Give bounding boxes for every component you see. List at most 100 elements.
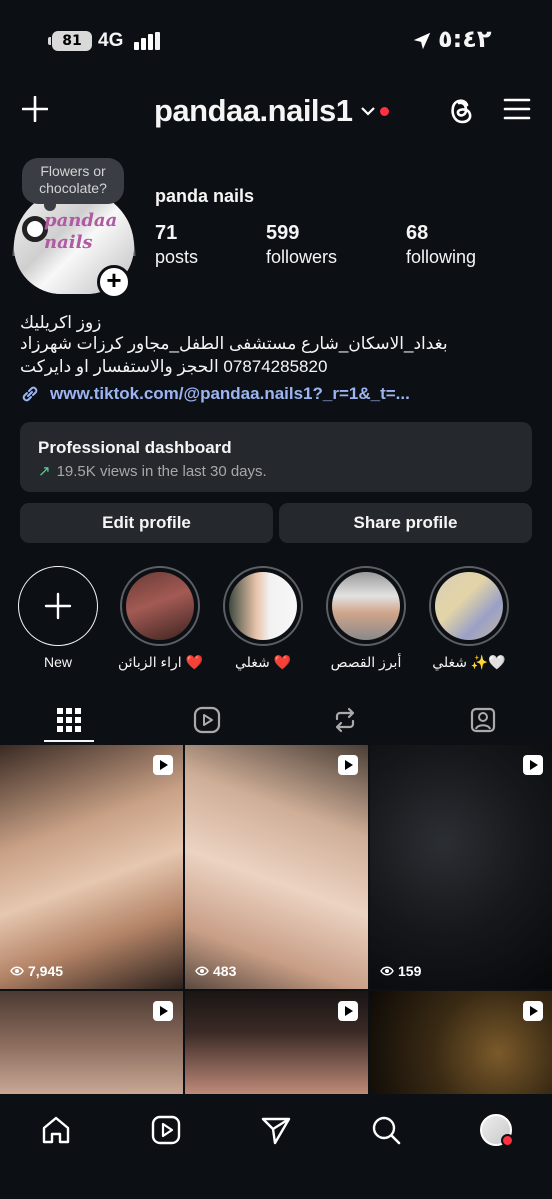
display-name: panda nails [155,186,255,206]
plus-icon [44,592,72,620]
tagged-icon [470,707,496,733]
view-count: 483 [195,963,236,979]
reels-icon [151,1115,181,1145]
grid-post[interactable] [0,991,183,1095]
nav-reels[interactable] [146,1110,186,1150]
threads-icon[interactable] [447,95,475,125]
dashboard-title: Professional dashboard [38,438,232,457]
highlight-new[interactable]: New [16,566,100,670]
nav-search[interactable] [366,1110,406,1150]
menu-icon[interactable] [503,97,531,121]
active-tab-indicator [44,740,94,742]
account-switcher[interactable]: pandaa.nails1 [154,92,389,130]
stat-label: following [406,247,477,267]
highlight-ring [223,566,303,646]
stat-label: posts [155,247,199,267]
status-bar: 81 4G ٥:٤٢ [0,0,552,80]
stat-label: followers [266,247,338,267]
bio-line: بغداد_الاسكان_شارع مستشفى الطفل_مجاور كر… [20,334,448,353]
highlight-ring [326,566,406,646]
view-count-value: 7,945 [28,963,64,979]
bio-link[interactable]: www.tiktok.com/@pandaa.nails1?_r=1&_t=..… [20,384,410,404]
edit-profile-button[interactable]: Edit profile [20,503,273,543]
view-count-value: 159 [398,963,422,979]
view-count: 159 [380,963,421,979]
highlight-label: اراء الزبائن ❤️ [118,654,203,670]
highlight-label: New [43,654,72,670]
chevron-down-icon [360,107,375,116]
stat-value: 71 [155,222,178,244]
reel-icon [153,755,173,775]
highlight-cover [435,572,503,640]
view-count: 7,945 [10,963,63,979]
tab-reels[interactable] [138,696,276,744]
highlight-work[interactable]: شغلي ❤️ [221,566,305,671]
send-icon [261,1117,291,1145]
bio-link-text: www.tiktok.com/@pandaa.nails1?_r=1&_t=..… [50,384,410,403]
link-icon [22,386,38,402]
highlight-my-work[interactable]: شغلي ✨🤍 [427,566,511,671]
grid-post[interactable] [185,991,368,1095]
profile-tabs [0,696,552,744]
reel-icon [523,755,543,775]
grid-icon [57,708,81,732]
followers-stat[interactable]: 599 followers [266,222,337,268]
highlight-label: أبرز القصص [330,654,402,670]
profile-avatar-icon [480,1114,514,1147]
battery-indicator: 81 [48,31,92,51]
nav-direct[interactable] [256,1110,296,1150]
stat-value: 68 [406,222,429,244]
eye-icon [10,966,24,976]
trend-up-icon: ↗ [38,463,51,480]
username: pandaa.nails1 [154,93,353,128]
following-stat[interactable]: 68 following [406,222,476,268]
search-icon [372,1116,401,1145]
grid-post[interactable] [370,991,552,1095]
highlight-featured[interactable]: أبرز القصص [324,566,408,671]
highlight-cover [126,572,194,640]
highlight-ring [18,566,98,646]
signal-bars-icon [134,32,162,50]
highlight-cover [229,572,297,640]
eye-icon [195,966,209,976]
highlight-ring [429,566,509,646]
view-count-value: 483 [213,963,237,979]
share-profile-button[interactable]: Share profile [279,503,532,543]
nav-home[interactable] [36,1110,76,1150]
bio-line: 07874285820 الحجز والاستفسار او دايركت [20,357,328,376]
clock: ٥:٤٢ [438,25,492,53]
stat-value: 599 [266,222,300,244]
nav-profile[interactable] [476,1110,516,1150]
home-icon [42,1116,70,1144]
tab-reposts[interactable] [276,696,414,744]
grid-post[interactable]: 159 [370,745,552,989]
bio-line: زوز اكريليك [20,313,102,332]
note-bubble[interactable]: Flowers or chocolate? [22,158,124,211]
network-type: 4G [98,30,124,51]
add-story-button[interactable]: + [97,265,131,299]
highlight-cover [332,572,400,640]
repost-icon [335,707,355,733]
reel-icon [153,1001,173,1021]
bottom-navigation [0,1094,552,1199]
tab-posts-grid[interactable] [0,696,138,744]
reel-icon [338,1001,358,1021]
grid-post[interactable]: 483 [185,745,368,989]
grid-post[interactable]: 7,945 [0,745,183,989]
reel-icon [338,755,358,775]
highlight-reviews[interactable]: اراء الزبائن ❤️ [118,566,203,671]
highlight-ring [120,566,200,646]
avatar-logo-text: pandaa nails [44,210,118,253]
location-arrow-icon [413,32,431,50]
highlight-label: شغلي ✨🤍 [432,654,506,670]
reels-icon [193,706,221,734]
professional-dashboard[interactable]: Professional dashboard ↗ 19.5K views in … [20,422,532,492]
plus-icon[interactable] [22,96,48,122]
notification-dot [379,106,389,116]
dashboard-subtitle-row: ↗ 19.5K views in the last 30 days. [38,462,514,481]
tab-tagged[interactable] [414,696,552,744]
reel-icon [523,1001,543,1021]
posts-stat[interactable]: 71 posts [155,222,198,268]
highlight-label: شغلي ❤️ [234,654,292,670]
eye-icon [380,966,394,976]
